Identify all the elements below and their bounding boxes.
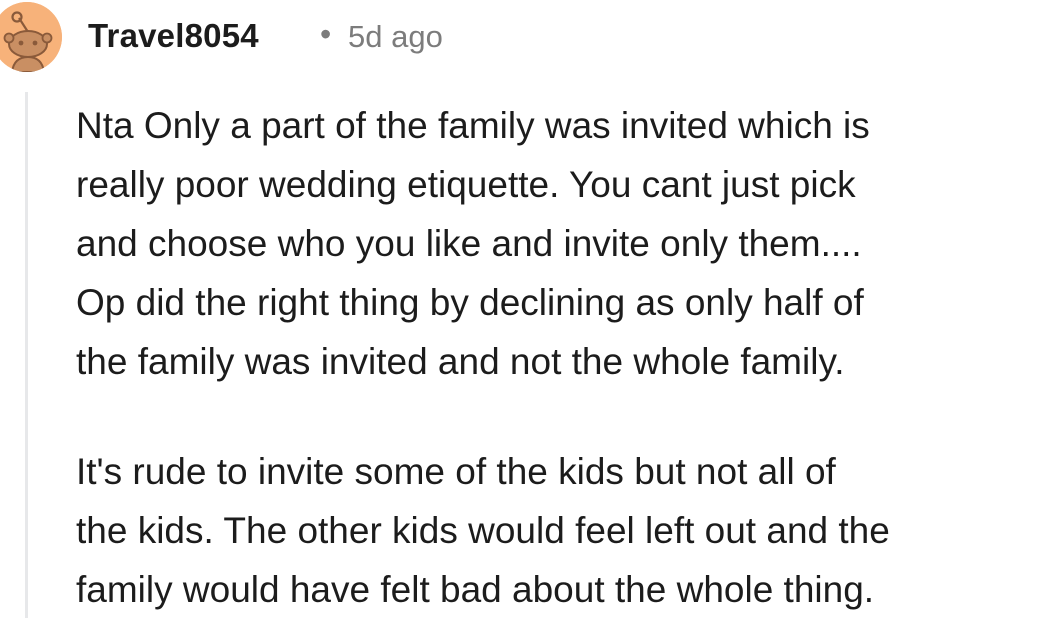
snoo-avatar-icon: [0, 2, 62, 72]
comment-paragraph: Nta Only a part of the family was invite…: [76, 105, 870, 382]
comment-header: Travel8054 • 5d ago: [0, 0, 1055, 76]
thread-collapse-line[interactable]: [25, 92, 28, 618]
meta-separator: •: [320, 16, 332, 52]
comment: Travel8054 • 5d ago Nta Only a part of t…: [0, 0, 1055, 618]
comment-paragraph: It's rude to invite some of the kids but…: [76, 451, 890, 610]
comment-timestamp[interactable]: 5d ago: [348, 19, 443, 55]
comment-body: Nta Only a part of the family was invite…: [76, 96, 1051, 618]
comment-author[interactable]: Travel8054: [88, 17, 259, 55]
avatar[interactable]: [0, 2, 62, 72]
